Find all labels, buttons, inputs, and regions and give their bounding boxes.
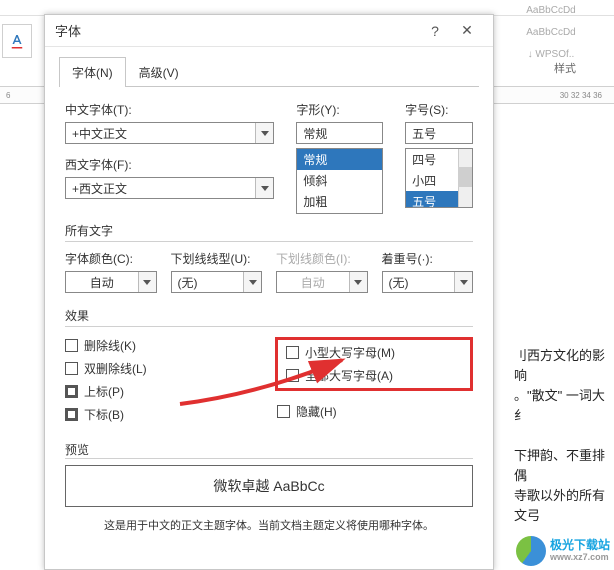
size-label: 字号(S): bbox=[405, 101, 473, 118]
underline-color-label: 下划线颜色(I): bbox=[276, 250, 368, 267]
tab-font[interactable]: 字体(N) bbox=[59, 57, 126, 87]
checkbox-hidden[interactable]: 隐藏(H) bbox=[277, 403, 337, 420]
size-listbox[interactable]: 四号 小四 五号 bbox=[405, 148, 473, 208]
annotation-highlight-box: 小型大写字母(M) 全部大写字母(A) bbox=[275, 337, 473, 391]
preview-label: 预览 bbox=[65, 441, 473, 458]
chevron-down-icon bbox=[138, 272, 156, 292]
scrollbar-thumb[interactable] bbox=[458, 167, 472, 187]
list-item[interactable]: 加粗 bbox=[297, 191, 382, 212]
west-font-select[interactable]: +西文正文 bbox=[65, 177, 274, 199]
size-input[interactable]: 五号 bbox=[405, 122, 473, 144]
checkbox-strike[interactable]: 删除线(K) bbox=[65, 337, 269, 354]
list-item[interactable]: 常规 bbox=[297, 149, 382, 170]
divider bbox=[65, 241, 473, 242]
font-color-label: 字体颜色(C): bbox=[65, 250, 157, 267]
watermark-logo: 极光下载站www.xz7.com bbox=[516, 536, 610, 566]
font-color-select[interactable]: 自动 bbox=[65, 271, 157, 293]
underline-label: 下划线线型(U): bbox=[171, 250, 263, 267]
tab-strip: 字体(N) 高级(V) bbox=[45, 47, 493, 87]
cn-font-label: 中文字体(T): bbox=[65, 101, 274, 118]
font-dialog: 字体 ? ✕ 字体(N) 高级(V) 中文字体(T): +中文正文 西文字体(F… bbox=[44, 14, 494, 570]
checkbox-all-caps[interactable]: 全部大写字母(A) bbox=[286, 367, 462, 384]
divider bbox=[65, 326, 473, 327]
style-preview-2: AaBbCcDd bbox=[492, 22, 610, 42]
chevron-down-icon bbox=[255, 123, 273, 143]
style-listbox[interactable]: 常规 倾斜 加粗 bbox=[296, 148, 383, 214]
style-preview-3: ↓ WPSOf.. bbox=[492, 44, 610, 64]
dialog-title: 字体 bbox=[55, 21, 419, 40]
checkbox-subscript[interactable]: 下标(B) bbox=[65, 406, 269, 423]
checkbox-double-strike[interactable]: 双删除线(L) bbox=[65, 360, 269, 377]
emphasis-select[interactable]: (无) bbox=[382, 271, 474, 293]
style-preview-1: AaBbCcDd bbox=[492, 0, 610, 20]
style-input[interactable]: 常规 bbox=[296, 122, 383, 144]
west-font-label: 西文字体(F): bbox=[65, 156, 274, 173]
checkbox-small-caps[interactable]: 小型大写字母(M) bbox=[286, 344, 462, 361]
preview-box: 微软卓越 AaBbCc bbox=[65, 465, 473, 507]
style-label: 字形(Y): bbox=[296, 101, 383, 118]
help-button[interactable]: ? bbox=[419, 21, 451, 41]
effects-label: 效果 bbox=[65, 307, 473, 324]
styles-gallery: AaBbCcDd AaBbCcDd ↓ WPSOf.. bbox=[492, 0, 610, 64]
document-text-peek: 刂西方文化的影响 。"散文" 一词大纟 下押韵、不重排偶 寺歌以外的所有文弓 bbox=[514, 346, 614, 526]
checkbox-superscript[interactable]: 上标(P) bbox=[65, 383, 269, 400]
alltext-label: 所有文字 bbox=[65, 222, 473, 239]
close-button[interactable]: ✕ bbox=[451, 21, 483, 41]
underline-select[interactable]: (无) bbox=[171, 271, 263, 293]
chevron-down-icon bbox=[454, 272, 472, 292]
preview-text: 微软卓越 AaBbCc bbox=[213, 476, 324, 496]
chevron-down-icon bbox=[349, 272, 367, 292]
emphasis-label: 着重号(·): bbox=[382, 250, 474, 267]
divider bbox=[65, 458, 473, 459]
titlebar: 字体 ? ✕ bbox=[45, 15, 493, 47]
chevron-down-icon bbox=[243, 272, 261, 292]
preview-hint: 这是用于中文的正文主题字体。当前文档主题定义将使用哪种字体。 bbox=[65, 517, 473, 533]
cn-font-select[interactable]: +中文正文 bbox=[65, 122, 274, 144]
tab-advanced[interactable]: 高级(V) bbox=[126, 57, 192, 87]
chevron-down-icon bbox=[255, 178, 273, 198]
styles-group-label: 样式 bbox=[554, 60, 576, 76]
underline-color-select: 自动 bbox=[276, 271, 368, 293]
list-item[interactable]: 倾斜 bbox=[297, 170, 382, 191]
ribbon-font-color-button[interactable] bbox=[2, 24, 32, 58]
